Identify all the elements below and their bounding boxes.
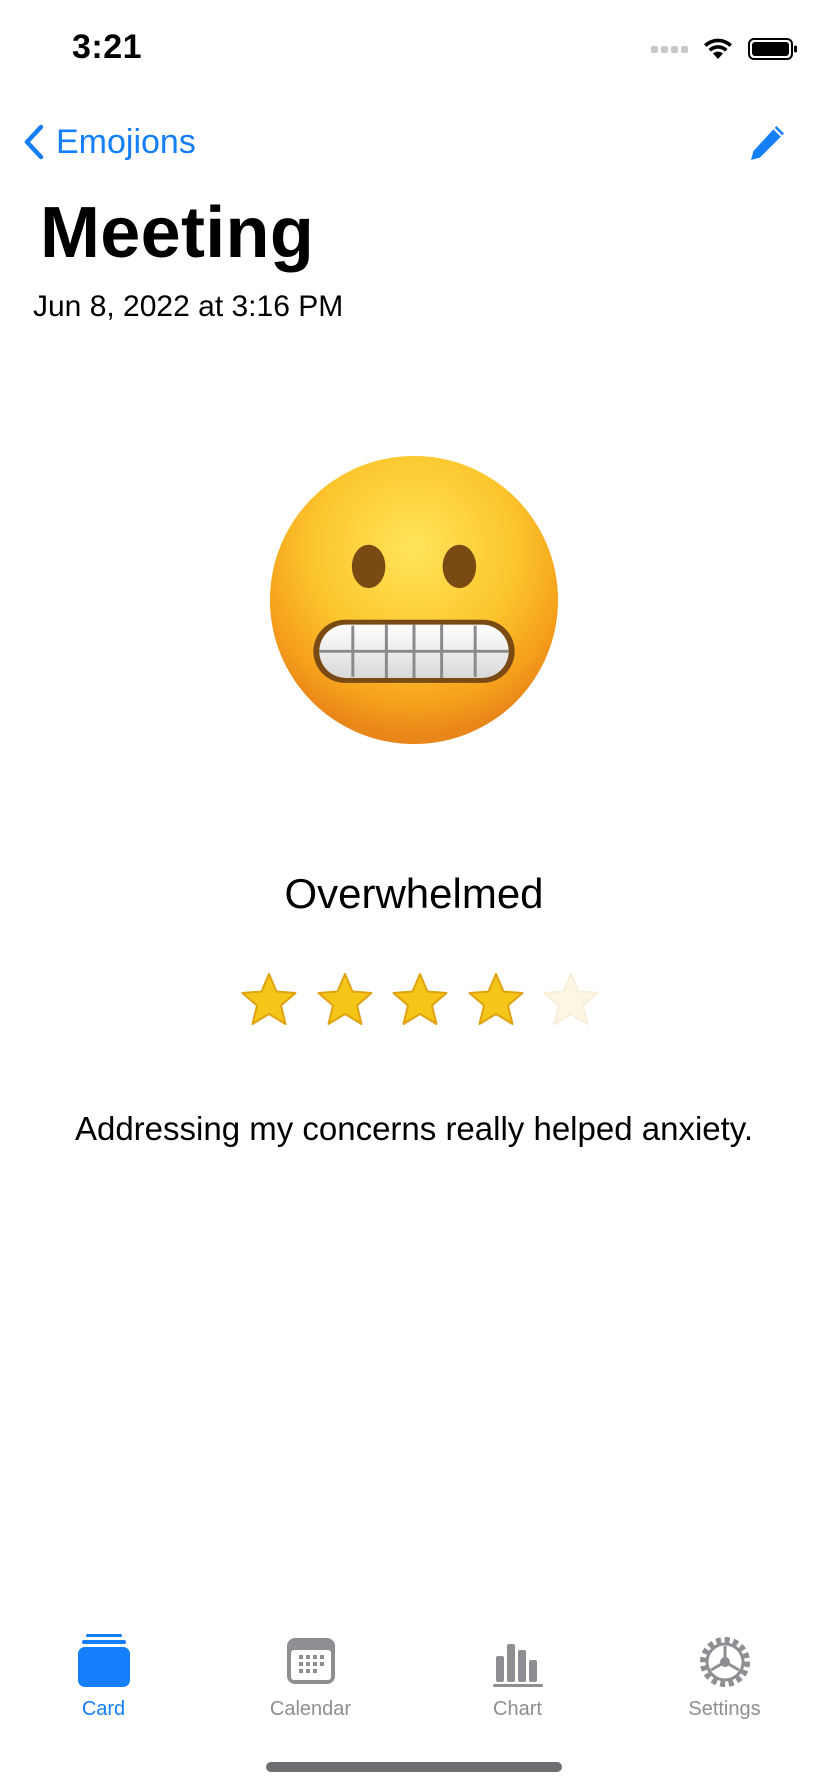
tab-bar: Card Calendar Chart Settings <box>0 1620 828 1740</box>
star-filled-icon <box>392 973 448 1025</box>
star-filled-icon <box>241 973 297 1025</box>
gear-icon <box>699 1637 750 1687</box>
edit-button[interactable] <box>746 120 790 164</box>
pencil-icon <box>751 126 784 160</box>
mood-label: Overwhelmed <box>284 870 544 917</box>
home-indicator <box>266 1762 562 1772</box>
star-filled-icon <box>468 973 523 1025</box>
back-button[interactable]: Emojions <box>22 118 196 166</box>
star-empty-icon <box>543 973 599 1025</box>
cellular-signal-icon <box>651 45 688 53</box>
back-button-label: Emojions <box>56 122 196 161</box>
tab-calendar[interactable]: Calendar <box>207 1620 414 1740</box>
page-title: Meeting <box>40 193 315 273</box>
entry-note: Addressing my concerns really helped anx… <box>74 1110 754 1147</box>
bar-chart-icon <box>492 1644 543 1687</box>
card-stack-icon <box>77 1634 130 1687</box>
grimacing-face-icon <box>269 455 559 745</box>
battery-icon <box>748 38 797 60</box>
wifi-icon <box>704 38 732 59</box>
tab-calendar-label: Calendar <box>269 1698 352 1720</box>
app-screen: 3:21 Emojions Meeting Jun 8, 2022 at 3:1… <box>0 0 828 1792</box>
chevron-left-icon <box>24 124 44 160</box>
rating-stars <box>240 972 600 1032</box>
tab-chart[interactable]: Chart <box>414 1620 621 1740</box>
tab-settings[interactable]: Settings <box>621 1620 828 1740</box>
star-filled-icon <box>317 973 372 1025</box>
tab-card-label: Card <box>81 1698 126 1720</box>
status-bar: 3:21 <box>0 0 828 100</box>
tab-card[interactable]: Card <box>0 1620 207 1740</box>
calendar-icon <box>286 1638 335 1684</box>
tab-settings-label: Settings <box>688 1698 761 1720</box>
status-time: 3:21 <box>72 28 143 66</box>
entry-date: Jun 8, 2022 at 3:16 PM <box>33 290 344 323</box>
status-icons <box>651 34 798 64</box>
tab-chart-label: Chart <box>493 1698 542 1720</box>
